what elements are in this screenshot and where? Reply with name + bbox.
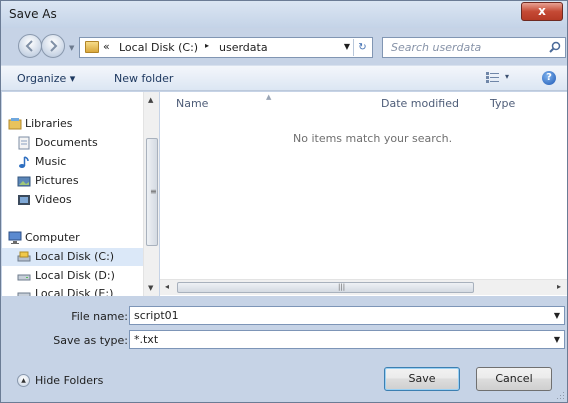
- hide-folders-label: Hide Folders: [35, 374, 104, 387]
- save-button[interactable]: Save: [384, 367, 460, 391]
- nav-item-label: Local Disk (D:): [35, 269, 115, 282]
- file-name-label: File name:: [71, 310, 128, 323]
- column-header-name[interactable]: Name: [176, 97, 208, 110]
- nav-pane-scrollbar[interactable]: ▲ ≡ ▼: [143, 92, 159, 296]
- views-dropdown-icon[interactable]: ▾: [505, 72, 509, 81]
- save-as-type-row: Save as type: *.txt ▼: [1, 330, 567, 350]
- videos-icon: [18, 195, 30, 205]
- nav-item-videos[interactable]: Videos: [2, 191, 143, 209]
- file-name-value: script01: [134, 309, 179, 322]
- cancel-button[interactable]: Cancel: [476, 367, 552, 391]
- drive-icon: [17, 251, 31, 262]
- save-as-type-label: Save as type:: [53, 334, 128, 347]
- libraries-icon: [8, 118, 22, 130]
- file-list[interactable]: ▲ Name Date modified Type No items match…: [160, 92, 567, 296]
- nav-item-computer[interactable]: Computer: [2, 229, 143, 247]
- scroll-up-icon[interactable]: ▲: [148, 96, 153, 104]
- column-header-date-modified[interactable]: Date modified: [381, 97, 459, 110]
- pictures-icon: [17, 176, 31, 187]
- search-icon[interactable]: [549, 41, 561, 53]
- scrollbar-thumb[interactable]: ≡: [146, 138, 158, 246]
- drive-icon: [17, 292, 31, 296]
- computer-icon: [8, 231, 22, 244]
- save-as-type-select[interactable]: *.txt ▼: [129, 330, 565, 349]
- nav-item-label: Local Disk (E:): [35, 287, 114, 296]
- forward-arrow-icon: [50, 40, 58, 52]
- file-list-scrollbar[interactable]: ◂ ||| ▸: [160, 279, 567, 295]
- nav-item-local-disk-c[interactable]: Local Disk (C:): [2, 248, 143, 266]
- chevron-up-icon: ▲: [17, 374, 30, 387]
- address-overflow-chevron[interactable]: «: [103, 40, 110, 53]
- nav-item-documents[interactable]: Documents: [2, 134, 143, 152]
- back-button[interactable]: [18, 34, 42, 58]
- nav-item-music[interactable]: Music: [2, 153, 143, 171]
- music-icon: [19, 156, 29, 168]
- nav-item-label: Pictures: [35, 174, 79, 187]
- nav-item-label: Local Disk (C:): [35, 250, 115, 263]
- help-icon[interactable]: ?: [542, 71, 556, 85]
- address-row: ▼ « Local Disk (C:) ▸ userdata ▼ ↻ Searc…: [1, 28, 567, 64]
- scroll-left-icon[interactable]: ◂: [165, 282, 169, 291]
- breadcrumb-separator-icon[interactable]: ▸: [205, 41, 209, 50]
- address-dropdown-icon[interactable]: ▼: [344, 42, 350, 51]
- views-button[interactable]: ▾: [486, 71, 518, 87]
- empty-message: No items match your search.: [293, 132, 453, 145]
- nav-item-pictures[interactable]: Pictures: [2, 172, 143, 190]
- nav-item-label: Videos: [35, 193, 72, 206]
- nav-item-label: Computer: [25, 231, 80, 244]
- address-bar[interactable]: « Local Disk (C:) ▸ userdata ▼ ↻: [79, 37, 373, 58]
- sort-indicator-icon: ▲: [266, 93, 272, 101]
- forward-button[interactable]: [41, 34, 65, 58]
- save-as-type-value: *.txt: [134, 333, 159, 346]
- chevron-down-icon[interactable]: ▼: [554, 335, 560, 344]
- new-folder-button[interactable]: New folder: [114, 72, 173, 85]
- nav-item-label: Libraries: [25, 117, 73, 130]
- folder-icon: [85, 41, 99, 53]
- documents-icon: [18, 136, 30, 150]
- navigation-pane: Libraries Documents Music Pictures Video…: [2, 92, 143, 296]
- scrollbar-thumb[interactable]: |||: [177, 282, 474, 293]
- views-icon: [486, 72, 499, 83]
- back-arrow-icon: [25, 40, 33, 52]
- nav-item-libraries[interactable]: Libraries: [2, 115, 143, 133]
- resize-grip-icon[interactable]: [557, 392, 565, 400]
- grip-icon: ≡: [150, 187, 157, 196]
- search-placeholder: Search userdata: [391, 41, 482, 54]
- nav-item-label: Documents: [35, 136, 98, 149]
- save-as-dialog: Save As x ▼ « Local Disk (C:) ▸ userdata…: [0, 0, 568, 403]
- nav-item-local-disk-d[interactable]: Local Disk (D:): [2, 267, 143, 285]
- command-toolbar: Organize ▾ New folder ▾ ?: [1, 65, 567, 91]
- chevron-down-icon[interactable]: ▼: [554, 311, 560, 320]
- organize-menu[interactable]: Organize ▾: [17, 72, 75, 85]
- nav-item-label: Music: [35, 155, 67, 168]
- close-button[interactable]: x: [521, 2, 563, 21]
- grip-icon: |||: [338, 283, 346, 291]
- scroll-down-icon[interactable]: ▼: [148, 284, 153, 292]
- breadcrumb-local-disk-c[interactable]: Local Disk (C:): [119, 41, 198, 54]
- breadcrumb-userdata[interactable]: userdata: [219, 41, 268, 54]
- file-name-row: File name: script01 ▼: [1, 306, 567, 326]
- column-header-type[interactable]: Type: [490, 97, 515, 110]
- window-title: Save As: [9, 7, 57, 21]
- refresh-icon[interactable]: ↻: [353, 39, 371, 56]
- file-name-input[interactable]: script01 ▼: [129, 306, 565, 325]
- nav-item-local-disk-e[interactable]: Local Disk (E:): [2, 285, 143, 296]
- scroll-right-icon[interactable]: ▸: [557, 282, 561, 291]
- drive-icon: [17, 274, 31, 281]
- title-bar[interactable]: Save As x: [1, 1, 567, 28]
- search-input[interactable]: Search userdata: [382, 37, 566, 58]
- recent-locations-dropdown[interactable]: ▼: [69, 44, 74, 52]
